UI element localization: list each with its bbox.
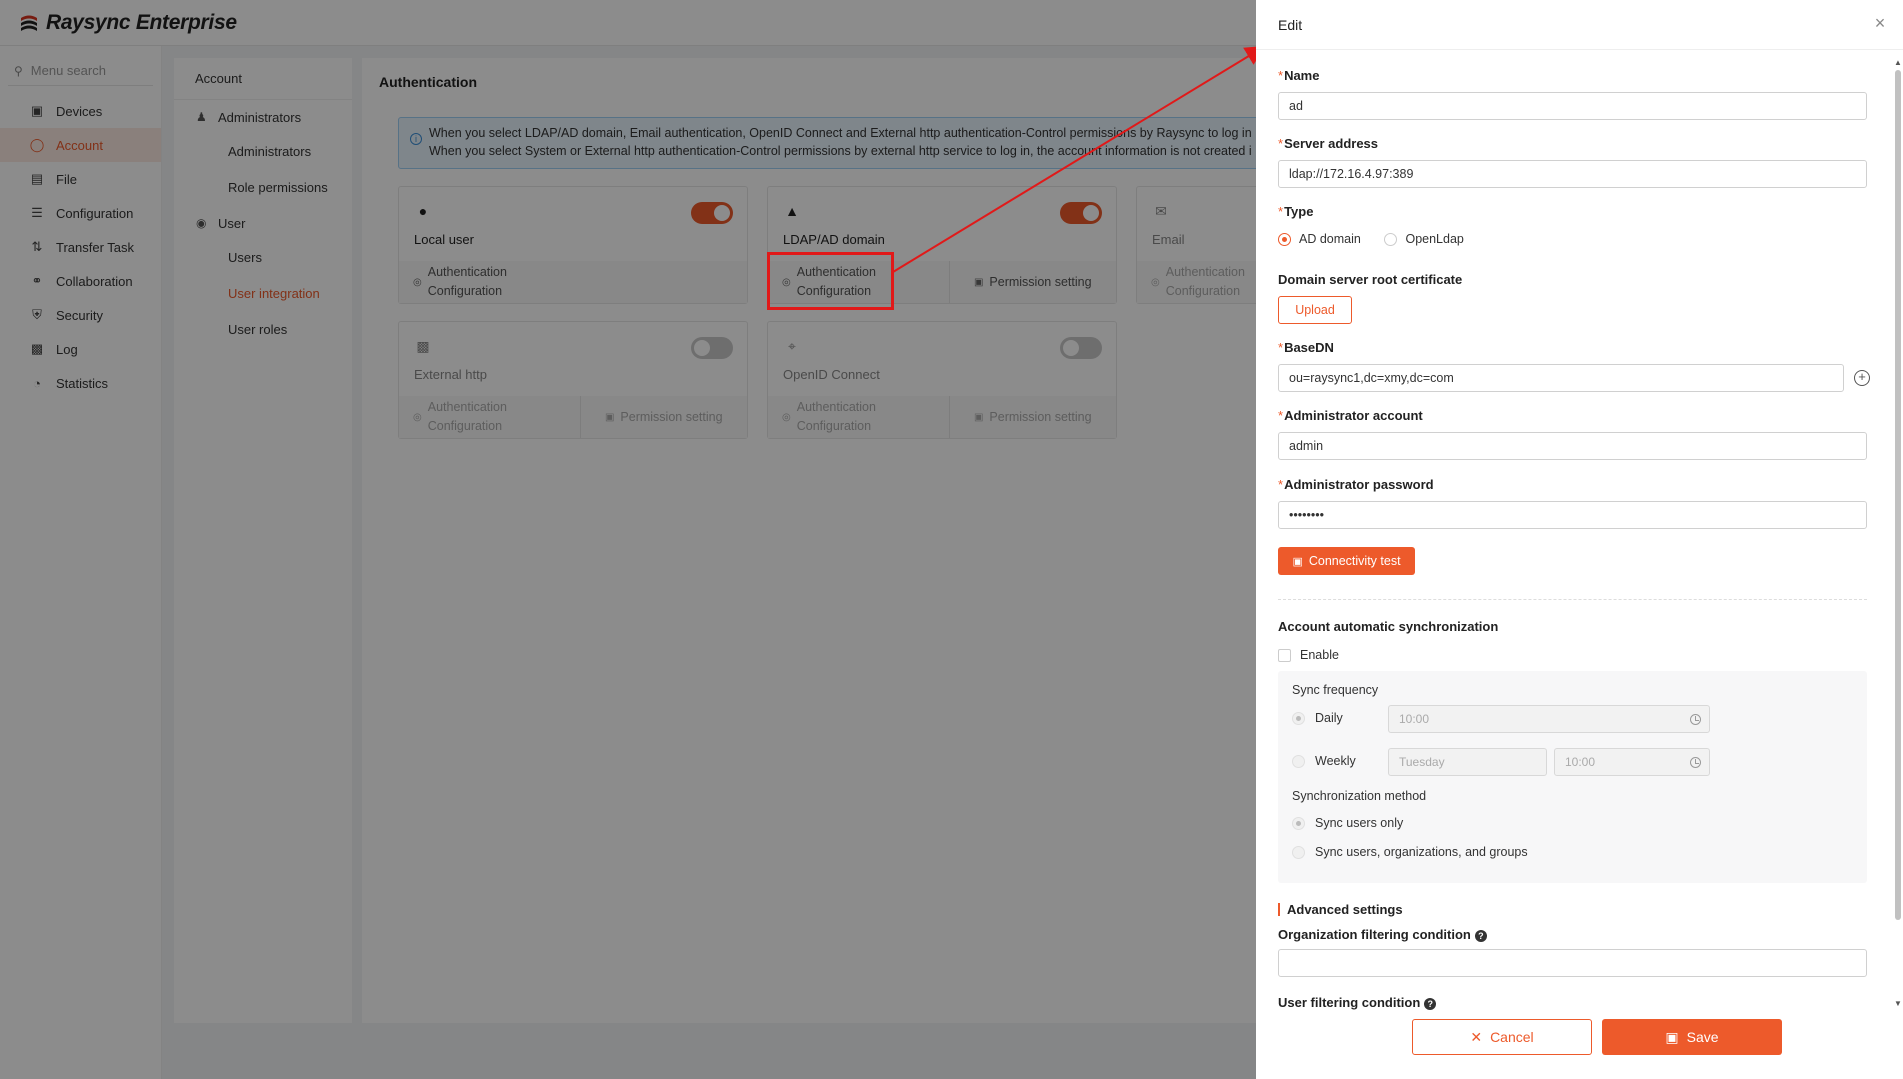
name-label: *Name <box>1278 68 1320 83</box>
daily-radio[interactable]: Daily <box>1292 711 1343 725</box>
admin-account-label: *Administrator account <box>1278 408 1423 423</box>
scroll-down-icon[interactable]: ▼ <box>1893 999 1903 1008</box>
edit-drawer: Edit × *Name ad *Server address ldap://1… <box>1256 0 1903 1079</box>
clock-icon <box>1690 757 1701 768</box>
enable-sync-checkbox[interactable]: Enable <box>1278 648 1339 662</box>
org-filter-label: Organization filtering condition? <box>1278 927 1487 942</box>
name-field[interactable]: ad <box>1278 92 1867 120</box>
admin-account-field[interactable]: admin <box>1278 432 1867 460</box>
type-ad-domain-radio[interactable]: AD domain <box>1278 232 1361 246</box>
divider <box>1278 599 1867 600</box>
weekly-time-picker[interactable]: 10:00 <box>1554 748 1710 776</box>
drawer-footer: ✕ Cancel ▣ Save <box>1256 1010 1903 1079</box>
org-filter-field[interactable] <box>1278 949 1867 977</box>
type-label: *Type <box>1278 204 1314 219</box>
admin-password-field[interactable]: •••••••• <box>1278 501 1867 529</box>
add-basedn-icon[interactable]: + <box>1854 370 1870 386</box>
close-icon: ✕ <box>1470 1028 1483 1045</box>
sync-frequency-label: Sync frequency <box>1292 683 1379 697</box>
sync-all-radio[interactable]: Sync users, organizations, and groups <box>1292 845 1528 859</box>
upload-button[interactable]: Upload <box>1278 296 1352 324</box>
weekly-day-select[interactable]: Tuesday <box>1388 748 1547 776</box>
scroll-thumb[interactable] <box>1895 70 1901 920</box>
clock-icon <box>1690 714 1701 725</box>
scroll-up-icon[interactable]: ▲ <box>1893 58 1903 67</box>
type-openldap-radio[interactable]: OpenLdap <box>1384 232 1464 246</box>
daily-time-picker[interactable]: 10:00 <box>1388 705 1710 733</box>
drawer-scrollbar[interactable]: ▲ ▼ <box>1893 58 1903 1008</box>
close-icon[interactable]: × <box>1871 14 1889 32</box>
cert-label: Domain server root certificate <box>1278 272 1463 287</box>
help-icon[interactable]: ? <box>1424 997 1437 1010</box>
user-filter-label: User filtering condition? <box>1278 995 1437 1010</box>
server-address-field[interactable]: ldap://172.16.4.97:389 <box>1278 160 1867 188</box>
save-button[interactable]: ▣ Save <box>1602 1019 1782 1055</box>
save-icon: ▣ <box>1665 1028 1679 1045</box>
help-icon[interactable]: ? <box>1474 929 1487 942</box>
sync-users-only-radio[interactable]: Sync users only <box>1292 816 1403 830</box>
basedn-field[interactable]: ou=raysync1,dc=xmy,dc=com <box>1278 364 1844 392</box>
cancel-button[interactable]: ✕ Cancel <box>1412 1019 1592 1055</box>
highlight-box <box>767 252 894 310</box>
calendar-icon: ▣ <box>1292 555 1303 568</box>
sync-title: Account automatic synchronization <box>1278 619 1499 634</box>
app-window: Raysync Enterprise ⚲ Menu search ▣ Device… <box>0 0 1903 1079</box>
drawer-body: *Name ad *Server address ldap://172.16.4… <box>1256 50 1903 1010</box>
connectivity-test-button[interactable]: ▣ Connectivity test <box>1278 547 1415 575</box>
server-address-label: *Server address <box>1278 136 1379 151</box>
basedn-label: *BaseDN <box>1278 340 1334 355</box>
drawer-title: Edit <box>1256 0 1903 50</box>
admin-password-label: *Administrator password <box>1278 477 1434 492</box>
weekly-radio[interactable]: Weekly <box>1292 754 1356 768</box>
type-radio-group: AD domain OpenLdap <box>1278 232 1484 249</box>
sync-method-label: Synchronization method <box>1292 789 1427 803</box>
sync-settings-panel: Sync frequency Daily 10:00 Weekly Tuesda… <box>1278 671 1867 883</box>
advanced-settings-heading: Advanced settings <box>1278 903 1403 916</box>
